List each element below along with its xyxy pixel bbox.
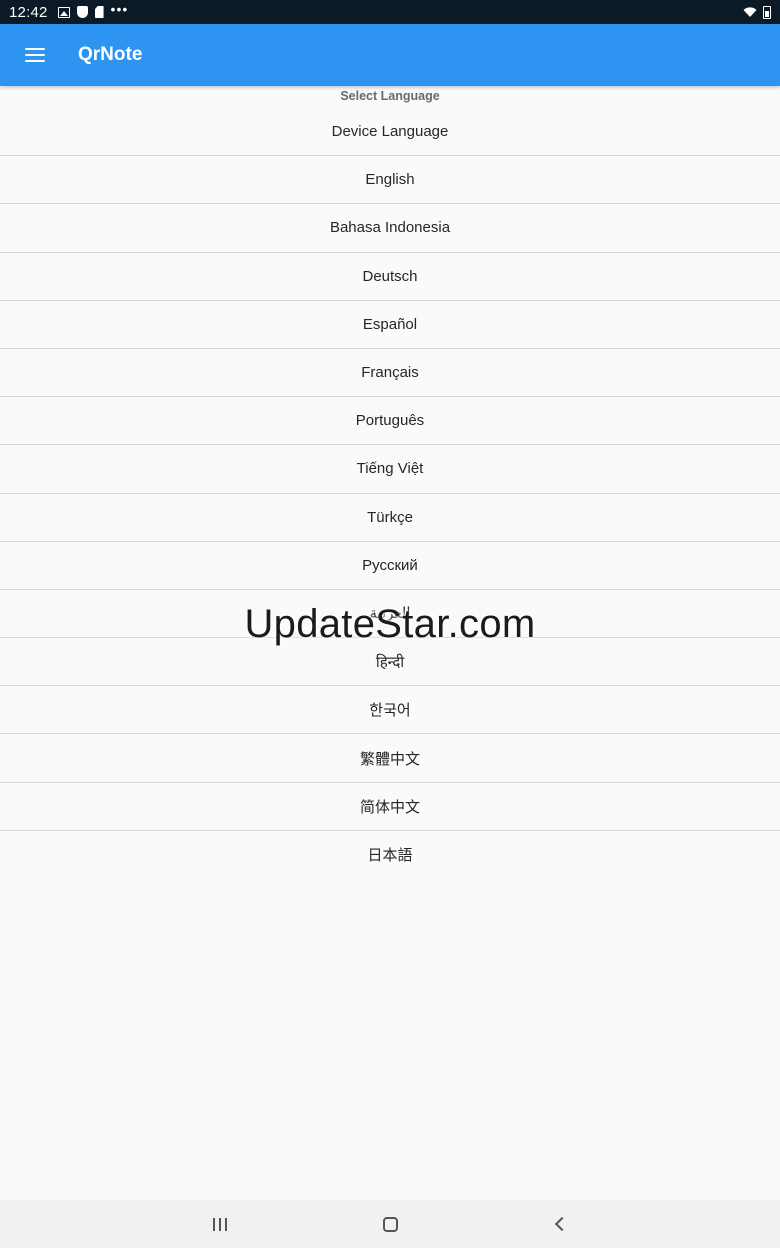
- status-icons-left: •••: [57, 2, 129, 18]
- language-item-hindi[interactable]: हिन्दी: [0, 638, 780, 687]
- language-item-russian[interactable]: Русский: [0, 542, 780, 590]
- hamburger-menu-icon: [25, 48, 45, 62]
- image-icon: [57, 6, 70, 18]
- battery-icon: [763, 5, 771, 19]
- back-button[interactable]: [475, 1200, 645, 1248]
- language-item-english[interactable]: English: [0, 156, 780, 205]
- status-time: 12:42: [9, 3, 48, 21]
- language-item-indonesian[interactable]: Bahasa Indonesia: [0, 204, 780, 253]
- recents-icon: [213, 1217, 227, 1231]
- language-item-french[interactable]: Français: [0, 349, 780, 398]
- status-bar: 12:42 •••: [0, 0, 780, 24]
- language-item-arabic[interactable]: العربية: [0, 590, 780, 639]
- system-nav-bar: [0, 1200, 780, 1248]
- language-item-spanish[interactable]: Español: [0, 301, 780, 349]
- section-header: Select Language: [340, 89, 440, 103]
- home-icon: [382, 1216, 398, 1232]
- menu-button[interactable]: [0, 24, 70, 86]
- home-button[interactable]: [305, 1200, 475, 1248]
- app-bar: QrNote: [0, 24, 780, 86]
- language-list: Device Language English Bahasa Indonesia…: [0, 108, 780, 879]
- language-item-traditional-chinese[interactable]: 繁體中文: [0, 734, 780, 783]
- recents-button[interactable]: [135, 1200, 305, 1248]
- more-dots-icon: •••: [110, 1, 129, 17]
- app-title: QrNote: [78, 44, 143, 65]
- language-item-device[interactable]: Device Language: [0, 108, 780, 157]
- wifi-icon: [743, 7, 757, 17]
- language-item-simplified-chinese[interactable]: 简体中文: [0, 783, 780, 831]
- sd-card-icon: [94, 6, 104, 18]
- language-item-japanese[interactable]: 日本語: [0, 831, 780, 879]
- language-item-portuguese[interactable]: Português: [0, 397, 780, 446]
- shield-icon: [76, 6, 88, 18]
- status-icons-right: [743, 5, 771, 19]
- language-item-korean[interactable]: 한국어: [0, 686, 780, 735]
- language-item-vietnamese[interactable]: Tiếng Việt: [0, 445, 780, 494]
- language-item-turkish[interactable]: Türkçe: [0, 494, 780, 542]
- language-selection: Select Language Device Language English …: [0, 86, 780, 879]
- language-item-german[interactable]: Deutsch: [0, 253, 780, 301]
- back-icon: [554, 1216, 570, 1232]
